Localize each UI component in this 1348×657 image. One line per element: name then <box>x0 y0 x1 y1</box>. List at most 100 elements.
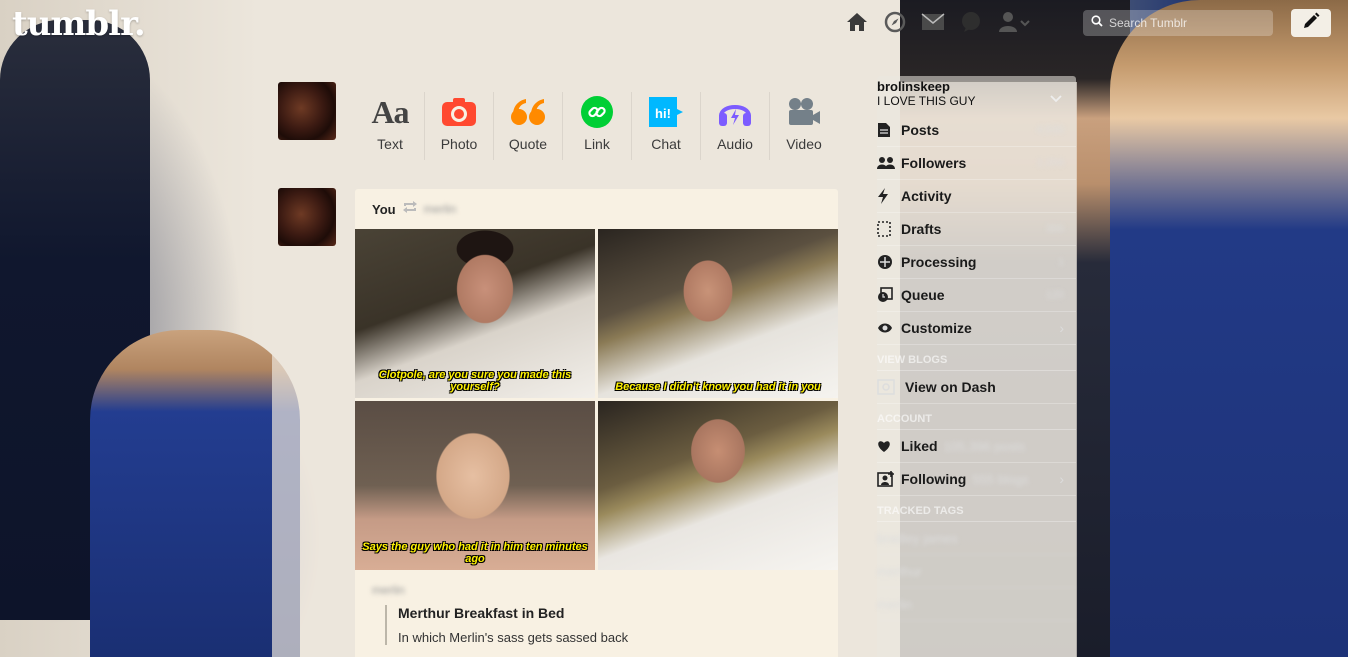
menu-item-processing[interactable]: Processing 1 <box>877 246 1076 279</box>
menu-item-posts[interactable]: Posts 4,530 <box>877 114 1076 147</box>
menu-item-count: 120 <box>1045 289 1064 301</box>
menu-item-label: Liked <box>901 438 938 454</box>
top-nav <box>842 8 1034 36</box>
search-icon <box>1091 14 1103 32</box>
reblog-icon <box>402 200 418 218</box>
activity-icon <box>877 188 901 204</box>
tumblr-logo[interactable]: tumblr. <box>12 4 146 44</box>
gif-caption: Says the guy who had it in him ten minut… <box>362 541 588 565</box>
menu-item-queue[interactable]: Queue 120 <box>877 279 1076 312</box>
account-menu: brolinskeep I LOVE THIS GUY Posts 4,530 … <box>877 76 1076 657</box>
blog-name[interactable]: brolinskeep <box>877 79 1076 94</box>
compose-button[interactable] <box>1291 9 1331 37</box>
explore-icon[interactable] <box>880 8 910 36</box>
queue-icon <box>877 287 901 303</box>
menu-item-drafts[interactable]: Drafts 300 <box>877 213 1076 246</box>
menu-item-liked[interactable]: Liked 105,396 posts <box>877 430 1076 463</box>
search-bar[interactable] <box>1083 10 1273 36</box>
menu-item-label: Customize <box>901 320 972 336</box>
menu-item-label: Processing <box>901 254 977 270</box>
post-body: merlin Merthur Breakfast in Bed In which… <box>355 570 838 645</box>
blog-title: I LOVE THIS GUY <box>877 94 976 108</box>
source-blog-name[interactable]: merlin <box>372 583 821 597</box>
dashboard-icon <box>877 379 901 395</box>
background-figure-left-kneeling <box>90 330 300 657</box>
menu-item-activity[interactable]: Activity <box>877 180 1076 213</box>
menu-item-count: 4,530 <box>1036 124 1064 136</box>
menu-item-label: View on Dash <box>905 379 996 395</box>
post-type-photo-button[interactable]: Photo <box>425 92 494 160</box>
drafts-icon <box>877 221 901 237</box>
menu-item-followers[interactable]: Followers 1,204 <box>877 147 1076 180</box>
posts-icon <box>877 122 901 138</box>
headphones-icon <box>717 92 753 132</box>
customize-icon <box>877 322 901 334</box>
reblogged-from[interactable]: merlin <box>424 202 457 216</box>
home-icon[interactable] <box>842 8 872 36</box>
menu-item-label: Queue <box>901 287 945 303</box>
user-avatar-post[interactable] <box>278 188 336 246</box>
following-count: 555 blogs <box>972 471 1029 487</box>
post-type-label: Video <box>786 136 822 152</box>
menu-item-view-on-dash[interactable]: View on Dash <box>877 371 1076 404</box>
photoset: Clotpole, are you sure you made this you… <box>355 229 838 570</box>
menu-item-label: Posts <box>901 122 940 138</box>
gif-image[interactable] <box>598 401 838 570</box>
tracked-tag[interactable]: bradley james <box>877 522 1076 555</box>
menu-item-label: Following <box>901 471 967 487</box>
post-type-bar: Aa Text Photo Quote Link hi! Chat Audio <box>356 92 838 160</box>
menu-blog-header[interactable]: brolinskeep I LOVE THIS GUY <box>877 76 1076 114</box>
followers-icon <box>877 156 901 170</box>
section-heading-account: ACCOUNT <box>877 404 1076 430</box>
tracked-tag[interactable]: merlin <box>877 588 1076 621</box>
menu-item-count: 1,204 <box>1036 157 1064 169</box>
video-camera-icon <box>786 92 822 132</box>
tracked-tag[interactable]: merthur <box>877 555 1076 588</box>
processing-icon <box>877 254 901 270</box>
post-title: Merthur Breakfast in Bed <box>398 605 565 621</box>
text-icon: Aa <box>371 93 409 130</box>
chevron-right-icon: › <box>1059 320 1064 336</box>
menu-item-customize[interactable]: Customize › <box>877 312 1076 345</box>
menu-item-count: 300 <box>1045 223 1064 235</box>
post-type-chat-button[interactable]: hi! Chat <box>632 92 701 160</box>
post-type-quote-button[interactable]: Quote <box>494 92 563 160</box>
heart-icon <box>877 440 901 453</box>
user-avatar-compose[interactable] <box>278 82 336 140</box>
menu-item-label: Activity <box>901 188 952 204</box>
menu-item-count: 1 <box>1057 256 1064 268</box>
post-type-label: Audio <box>717 136 753 152</box>
link-icon <box>580 92 614 132</box>
pencil-icon <box>1302 12 1320 35</box>
gif-image[interactable]: Says the guy who had it in him ten minut… <box>355 401 595 570</box>
post-type-video-button[interactable]: Video <box>770 92 838 160</box>
search-input[interactable] <box>1109 16 1259 30</box>
section-heading-view-blogs: VIEW BLOGS <box>877 345 1076 371</box>
inbox-icon[interactable] <box>918 8 948 36</box>
gif-caption: Because I didn't know you had it in you <box>615 381 821 393</box>
account-icon[interactable] <box>994 8 1034 36</box>
post-quote-block: Merthur Breakfast in Bed In which Merlin… <box>385 605 821 645</box>
post-type-text-button[interactable]: Aa Text <box>356 92 425 160</box>
liked-count: 105,396 posts <box>943 438 1026 454</box>
post-type-label: Quote <box>508 136 548 152</box>
quote-icon <box>510 92 546 132</box>
following-icon <box>877 471 901 487</box>
post-type-label: Chat <box>651 136 681 152</box>
menu-item-following[interactable]: Following 555 blogs › <box>877 463 1076 496</box>
messaging-icon[interactable] <box>956 8 986 36</box>
post-header: You merlin <box>355 189 838 229</box>
section-heading-tracked-tags: TRACKED TAGS <box>877 496 1076 522</box>
post-type-label: Text <box>377 136 403 152</box>
chevron-down-icon[interactable] <box>1050 90 1062 108</box>
background-figure-right <box>1110 0 1348 657</box>
post-author[interactable]: You <box>372 202 396 217</box>
post-type-audio-button[interactable]: Audio <box>701 92 770 160</box>
post-type-link-button[interactable]: Link <box>563 92 632 160</box>
gif-caption: Clotpole, are you sure you made this you… <box>378 369 572 393</box>
gif-image[interactable]: Clotpole, are you sure you made this you… <box>355 229 595 398</box>
post-description: In which Merlin's sass gets sassed back <box>398 630 629 645</box>
gif-image[interactable]: Because I didn't know you had it in you <box>598 229 838 398</box>
chat-icon: hi! <box>647 92 685 132</box>
chevron-right-icon: › <box>1059 471 1064 487</box>
